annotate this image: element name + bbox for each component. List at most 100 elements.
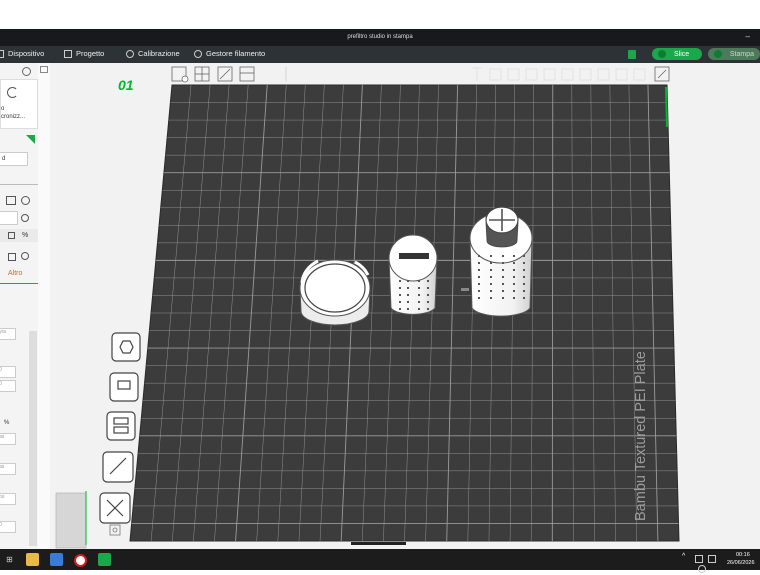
sidebar-toggle-icon[interactable] (628, 50, 636, 59)
sidebar-scrollbar[interactable] (29, 331, 37, 546)
menu-calibrazione[interactable]: Calibrazione (126, 49, 180, 58)
param-field-5[interactable]: as (0, 463, 16, 475)
print-button[interactable]: Stampa (708, 48, 760, 60)
tray-chevron[interactable]: ^ (682, 553, 685, 560)
vent-hole (478, 297, 480, 299)
opera-icon[interactable] (74, 554, 87, 567)
vent-hole (490, 283, 492, 285)
clock-time[interactable]: 00:16 (736, 552, 750, 558)
scene-canvas[interactable]: Bambu Textured PEI Plate 01 (50, 63, 760, 549)
move-icon[interactable] (472, 68, 482, 81)
vent-hole (523, 290, 525, 292)
bambu-studio-icon[interactable] (98, 553, 111, 566)
slice-label: Slice (674, 51, 689, 58)
task-view-icon[interactable]: ⊞ (3, 553, 16, 566)
network-icon[interactable] (695, 555, 703, 563)
clock-date[interactable]: 26/06/2026 (727, 560, 755, 566)
vent-hole (502, 269, 504, 271)
param-field-4[interactable]: as (0, 433, 16, 445)
vent-hole (490, 269, 492, 271)
model-slotted-cylinder[interactable] (389, 235, 437, 314)
vent-hole (427, 308, 429, 310)
vent-hole (502, 276, 504, 278)
window-titlebar: prefiltro studio in stampa – (0, 29, 760, 46)
param-field-3[interactable]: 0 (0, 380, 16, 392)
collapse-sidebar-icon[interactable] (40, 66, 48, 73)
build-plate[interactable] (130, 85, 679, 545)
support-paint-icon[interactable] (544, 69, 555, 80)
arrange-icon[interactable] (195, 67, 209, 81)
add-object-icon[interactable] (172, 67, 188, 82)
menu-dispositivo[interactable]: Dispositivo (0, 49, 44, 58)
y-axis-indicator (666, 87, 667, 127)
save-icon[interactable] (8, 253, 16, 261)
scale-icon[interactable] (508, 69, 519, 80)
vent-hole (478, 262, 480, 264)
vent-hole (478, 290, 480, 292)
process-icon[interactable] (6, 196, 16, 205)
plate-button[interactable] (110, 373, 138, 401)
cut-icon[interactable] (526, 69, 537, 80)
menu-gestore-filamento[interactable]: Gestore filamento (194, 49, 265, 58)
param-field-7[interactable]: 0 (0, 521, 16, 533)
vent-hole (407, 294, 409, 296)
sync-card[interactable]: o cronizz... (0, 79, 38, 129)
param-field-6[interactable]: oo (0, 493, 16, 505)
vent-hole (427, 287, 429, 289)
add-primitive-button[interactable] (112, 333, 140, 361)
preset-field[interactable]: d (0, 152, 28, 166)
file-explorer-icon[interactable] (26, 553, 39, 566)
vent-hole (478, 283, 480, 285)
vent-hole (490, 262, 492, 264)
search-icon[interactable] (21, 252, 29, 260)
vent-hole (407, 280, 409, 282)
preset-field-value: d (2, 156, 5, 162)
process-settings-icon[interactable] (21, 196, 30, 205)
text-tool-icon[interactable] (598, 69, 609, 80)
tray-icons[interactable] (695, 555, 725, 563)
assembly-icon[interactable] (634, 69, 645, 80)
project-icon (64, 50, 72, 58)
measure-icon[interactable] (616, 69, 627, 80)
param-field-2[interactable]: 0 (0, 366, 16, 378)
vent-hole (490, 276, 492, 278)
vent-hole (502, 262, 504, 264)
vent-hole (490, 290, 492, 292)
view-cube-icon[interactable] (655, 67, 669, 81)
percent-icon[interactable]: % (22, 232, 28, 239)
print-dropdown-icon[interactable] (714, 50, 722, 58)
close-tool-button[interactable] (100, 493, 130, 523)
plate-number[interactable]: 01 (118, 77, 134, 93)
color-paint-icon[interactable] (580, 69, 591, 80)
menu-progetto[interactable]: Progetto (64, 49, 104, 58)
minimize-button[interactable]: – (746, 32, 750, 41)
plate-settings-icon[interactable] (240, 67, 254, 81)
model-ring[interactable] (300, 260, 370, 325)
view-navigator[interactable] (56, 491, 86, 548)
store-icon[interactable] (50, 553, 63, 566)
vent-hole (523, 297, 525, 299)
altro-tab[interactable]: Altro (8, 270, 22, 277)
vent-hole (523, 276, 525, 278)
seam-paint-icon[interactable] (562, 69, 573, 80)
fit-view-icon[interactable] (110, 525, 120, 535)
list-view-icon[interactable] (8, 232, 15, 239)
vent-hole (418, 301, 420, 303)
menu-gestore-filamento-label: Gestore filamento (206, 49, 265, 58)
vent-hole (502, 297, 504, 299)
3d-viewport[interactable]: Bambu Textured PEI Plate 01 (50, 63, 760, 549)
monitor-icon[interactable] (708, 555, 716, 563)
compare-icon[interactable] (21, 214, 29, 222)
slice-button[interactable]: Slice (652, 48, 702, 60)
vent-hole (418, 280, 420, 282)
layout-button[interactable] (107, 412, 135, 440)
volume-icon[interactable] (698, 565, 706, 573)
rotate-icon[interactable] (490, 69, 501, 80)
settings-gear-icon[interactable] (22, 67, 31, 76)
slice-dropdown-icon[interactable] (658, 50, 666, 58)
split-button[interactable] (103, 452, 133, 482)
process-field[interactable] (0, 211, 18, 225)
orient-icon[interactable] (218, 67, 232, 81)
param-field-1[interactable]: yra (0, 328, 16, 340)
vent-hole (407, 308, 409, 310)
